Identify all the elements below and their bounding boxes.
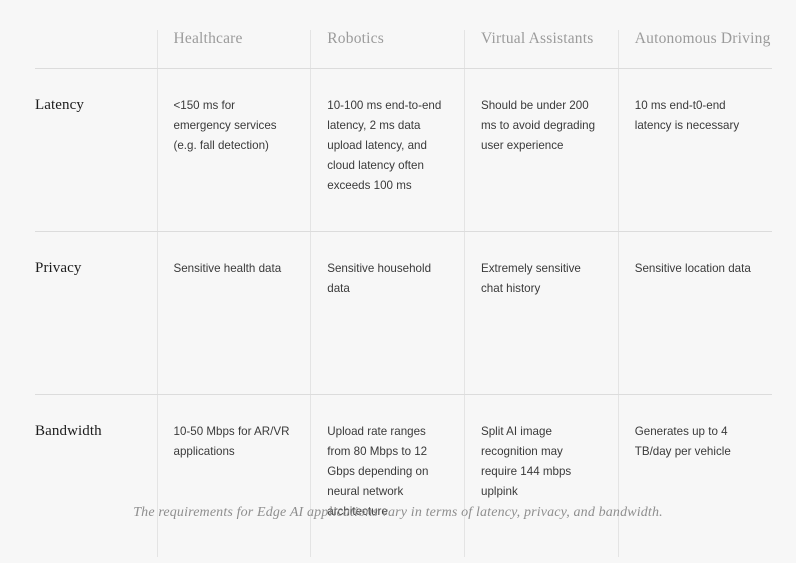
requirements-table-container: Healthcare Robotics Virtual Assistants A… — [35, 30, 772, 557]
column-header-autonomous-driving: Autonomous Driving — [617, 30, 772, 69]
table-row: Latency <150 ms for emergency services (… — [35, 68, 772, 232]
cell-bandwidth-healthcare: 10-50 Mbps for AR/VR applications — [156, 394, 311, 557]
row-label-privacy: Privacy — [35, 231, 157, 395]
table-body: Latency <150 ms for emergency services (… — [35, 68, 772, 557]
cell-latency-virtual-assistants: Should be under 200 ms to avoid degradin… — [464, 68, 619, 232]
table-corner-cell — [35, 30, 157, 69]
figure-caption: The requirements for Edge AI application… — [133, 505, 663, 520]
requirements-table: Healthcare Robotics Virtual Assistants A… — [35, 30, 772, 557]
table-header: Healthcare Robotics Virtual Assistants A… — [35, 30, 772, 69]
cell-bandwidth-autonomous-driving: Generates up to 4 TB/day per vehicle — [617, 394, 772, 557]
cell-latency-healthcare: <150 ms for emergency services (e.g. fal… — [156, 68, 311, 232]
cell-privacy-virtual-assistants: Extremely sensitive chat history — [464, 231, 619, 395]
table-row: Bandwidth 10-50 Mbps for AR/VR applicati… — [35, 394, 772, 557]
column-header-healthcare: Healthcare — [156, 30, 311, 69]
cell-latency-autonomous-driving: 10 ms end-t0-end latency is necessary — [617, 68, 772, 232]
header-row: Healthcare Robotics Virtual Assistants A… — [35, 30, 772, 69]
row-label-latency: Latency — [35, 68, 157, 232]
column-header-robotics: Robotics — [310, 30, 465, 69]
cell-latency-robotics: 10-100 ms end-to-end latency, 2 ms data … — [310, 68, 465, 232]
column-header-virtual-assistants: Virtual Assistants — [464, 30, 619, 69]
cell-bandwidth-virtual-assistants: Split AI image recognition may require 1… — [464, 394, 619, 557]
cell-privacy-robotics: Sensitive household data — [310, 231, 465, 395]
document-page: Healthcare Robotics Virtual Assistants A… — [0, 0, 796, 563]
table-row: Privacy Sensitive health data Sensitive … — [35, 231, 772, 395]
row-label-bandwidth: Bandwidth — [35, 423, 102, 439]
cell-privacy-autonomous-driving: Sensitive location data — [617, 231, 772, 395]
cell-privacy-healthcare: Sensitive health data — [156, 231, 311, 395]
cell-bandwidth-robotics: Upload rate ranges from 80 Mbps to 12 Gb… — [310, 394, 465, 557]
